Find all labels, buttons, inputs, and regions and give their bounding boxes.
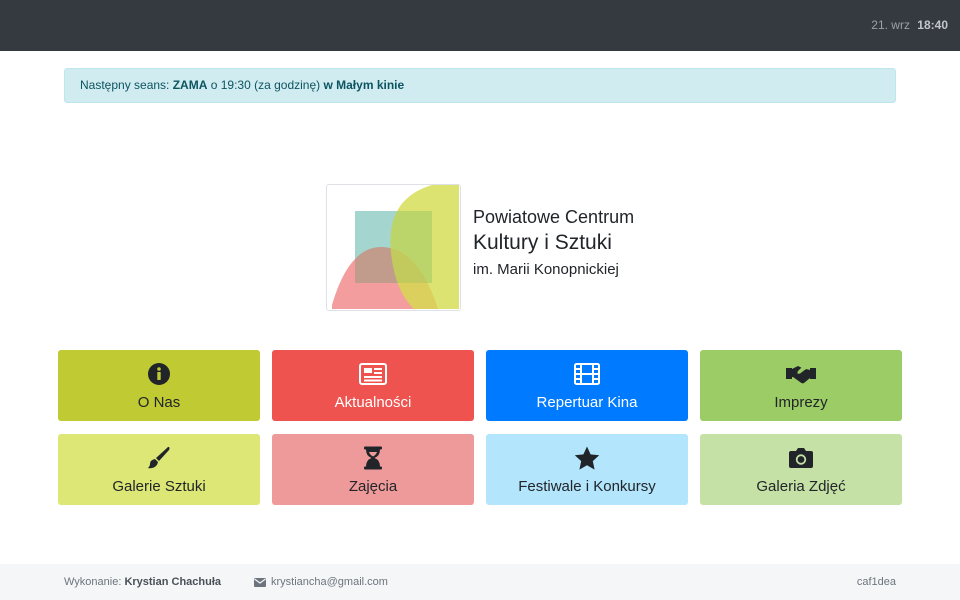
next-screening-alert[interactable]: Następny seans: ZAMA o 19:30 (za godzinę… <box>64 68 896 103</box>
tile-label: O Nas <box>137 394 181 411</box>
tile-galeria-zdjec[interactable]: Galeria Zdjęć <box>700 434 902 505</box>
tile-label: Repertuar Kina <box>536 394 638 411</box>
clock-time: 18:40 <box>917 18 948 32</box>
tile-imprezy[interactable]: Imprezy <box>700 350 902 421</box>
paint-brush-icon <box>147 446 171 470</box>
alert-time-text: o 19:30 (za godzinę) <box>207 78 324 92</box>
clock-date: 21. wrz <box>871 18 910 32</box>
star-icon <box>574 446 600 470</box>
footer-version: caf1dea <box>856 576 896 588</box>
footer-email-link[interactable]: krystiancha@gmail.com <box>254 576 388 588</box>
tile-repertuar-kina[interactable]: Repertuar Kina <box>486 350 688 421</box>
clock: 21. wrz 18:40 <box>871 18 948 32</box>
alert-movie-title: ZAMA <box>172 78 208 92</box>
tile-label: Zajęcia <box>348 478 398 495</box>
footer-author: Krystian Chachuła <box>124 576 222 588</box>
tile-label: Festiwale i Konkursy <box>518 478 656 495</box>
footer-credit-prefix: Wykonanie: <box>64 576 125 588</box>
film-icon <box>574 362 600 386</box>
tile-galerie-sztuki[interactable]: Galerie Sztuki <box>58 434 260 505</box>
footer-email: krystiancha@gmail.com <box>271 576 388 588</box>
institution-name-line2: Kultury i Sztuki <box>473 231 612 254</box>
footer-credit: Wykonanie: Krystian Chachuła <box>64 576 221 588</box>
institution-name-line1: Powiatowe Centrum <box>473 207 635 227</box>
institution-title: Powiatowe Centrum Kultury i Sztuki im. M… <box>473 206 634 282</box>
top-bar: 21. wrz 18:40 <box>0 0 960 51</box>
institution-logo <box>326 184 461 311</box>
tile-label: Galerie Sztuki <box>112 478 206 495</box>
hourglass-icon <box>363 446 383 470</box>
handshake-icon <box>785 362 817 386</box>
logo-graphic <box>332 185 459 309</box>
tile-label: Aktualności <box>334 394 412 411</box>
institution-name-line3: im. Marii Konopnickiej <box>473 261 619 278</box>
tile-label: Galeria Zdjęć <box>756 478 846 495</box>
info-circle-icon <box>147 362 171 386</box>
camera-icon <box>788 446 814 470</box>
tile-zajecia[interactable]: Zajęcia <box>272 434 474 505</box>
tile-o-nas[interactable]: O Nas <box>58 350 260 421</box>
tile-festiwale-i-konkursy[interactable]: Festiwale i Konkursy <box>486 434 688 505</box>
newspaper-icon <box>359 362 387 386</box>
alert-prefix: Następny seans: <box>80 78 173 92</box>
envelope-icon <box>254 577 266 587</box>
tile-label: Imprezy <box>774 394 828 411</box>
alert-venue: w Małym kinie <box>323 78 405 92</box>
tile-aktualnosci[interactable]: Aktualności <box>272 350 474 421</box>
footer: Wykonanie: Krystian Chachuła krystiancha… <box>0 564 960 600</box>
